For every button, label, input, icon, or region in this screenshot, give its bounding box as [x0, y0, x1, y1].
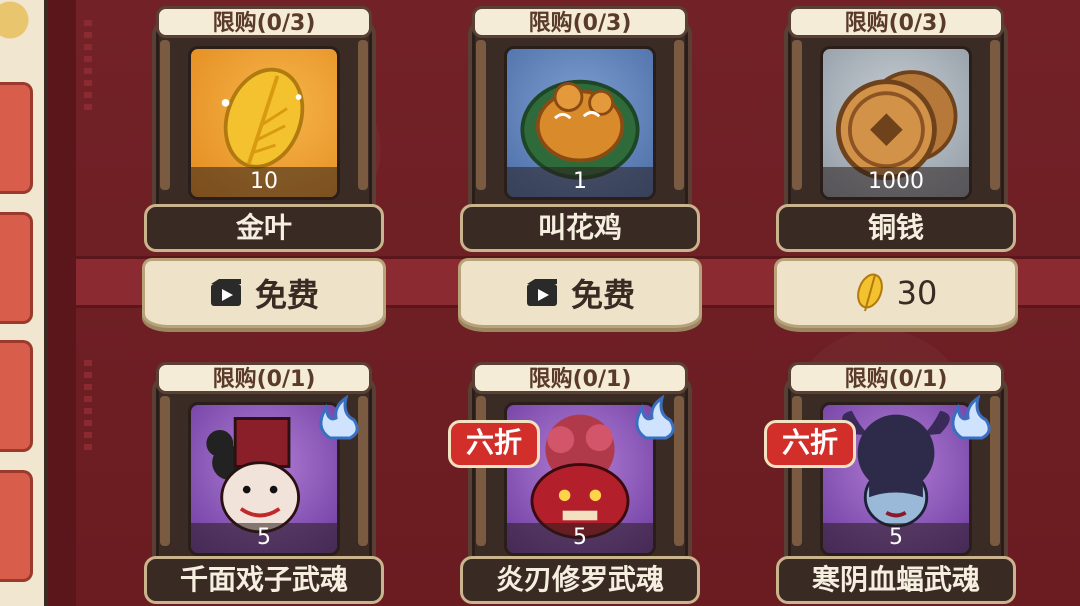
item-name: 寒阴血蝠武魂 — [776, 556, 1016, 604]
purchase-limit: 限购(0/3) — [472, 6, 688, 38]
purchase-limit: 限购(0/3) — [156, 6, 372, 38]
price-label: 30 — [896, 274, 938, 312]
item-slot[interactable]: 10 — [188, 46, 340, 200]
buy-button[interactable]: 30 — [774, 258, 1018, 328]
soul-flame-icon — [635, 394, 675, 440]
item-name: 金叶 — [144, 204, 384, 252]
free-claim-button[interactable]: 免费 — [142, 258, 386, 328]
video-ad-icon — [210, 279, 241, 306]
item-name: 千面戏子武魂 — [144, 556, 384, 604]
purchase-limit: 限购(0/1) — [472, 362, 688, 394]
price-label: 免费 — [254, 276, 319, 314]
left-tab-3[interactable] — [0, 340, 33, 452]
discount-badge: 六折 — [448, 420, 540, 468]
left-tab-2[interactable] — [0, 212, 33, 324]
gold-leaf-currency-icon — [856, 273, 883, 312]
purchase-limit: 限购(0/1) — [788, 362, 1004, 394]
left-tab-1[interactable] — [0, 82, 33, 194]
free-claim-button[interactable]: 免费 — [458, 258, 702, 328]
item-quantity: 1 — [507, 167, 653, 197]
purchase-limit: 限购(0/1) — [156, 362, 372, 394]
decorative-dots — [84, 360, 92, 450]
left-menu-strip — [0, 0, 48, 606]
item-name: 叫花鸡 — [460, 204, 700, 252]
video-ad-icon — [526, 279, 557, 306]
item-slot[interactable]: 1 — [504, 46, 656, 200]
price-label: 免费 — [570, 276, 635, 314]
soul-flame-icon — [319, 394, 359, 440]
decorative-dots — [84, 20, 92, 110]
item-name: 铜钱 — [776, 204, 1016, 252]
purchase-limit: 限购(0/3) — [788, 6, 1004, 38]
corner-ornament-icon — [0, 0, 44, 48]
soul-flame-icon — [951, 394, 991, 440]
left-divider — [48, 0, 76, 606]
item-quantity: 10 — [191, 167, 337, 197]
item-quantity: 5 — [507, 523, 653, 553]
item-quantity: 5 — [823, 523, 969, 553]
item-quantity: 1000 — [823, 167, 969, 197]
discount-badge: 六折 — [764, 420, 856, 468]
left-tab-4[interactable] — [0, 470, 33, 582]
item-name: 炎刃修罗武魂 — [460, 556, 700, 604]
item-quantity: 5 — [191, 523, 337, 553]
item-slot[interactable]: 1000 — [820, 46, 972, 200]
